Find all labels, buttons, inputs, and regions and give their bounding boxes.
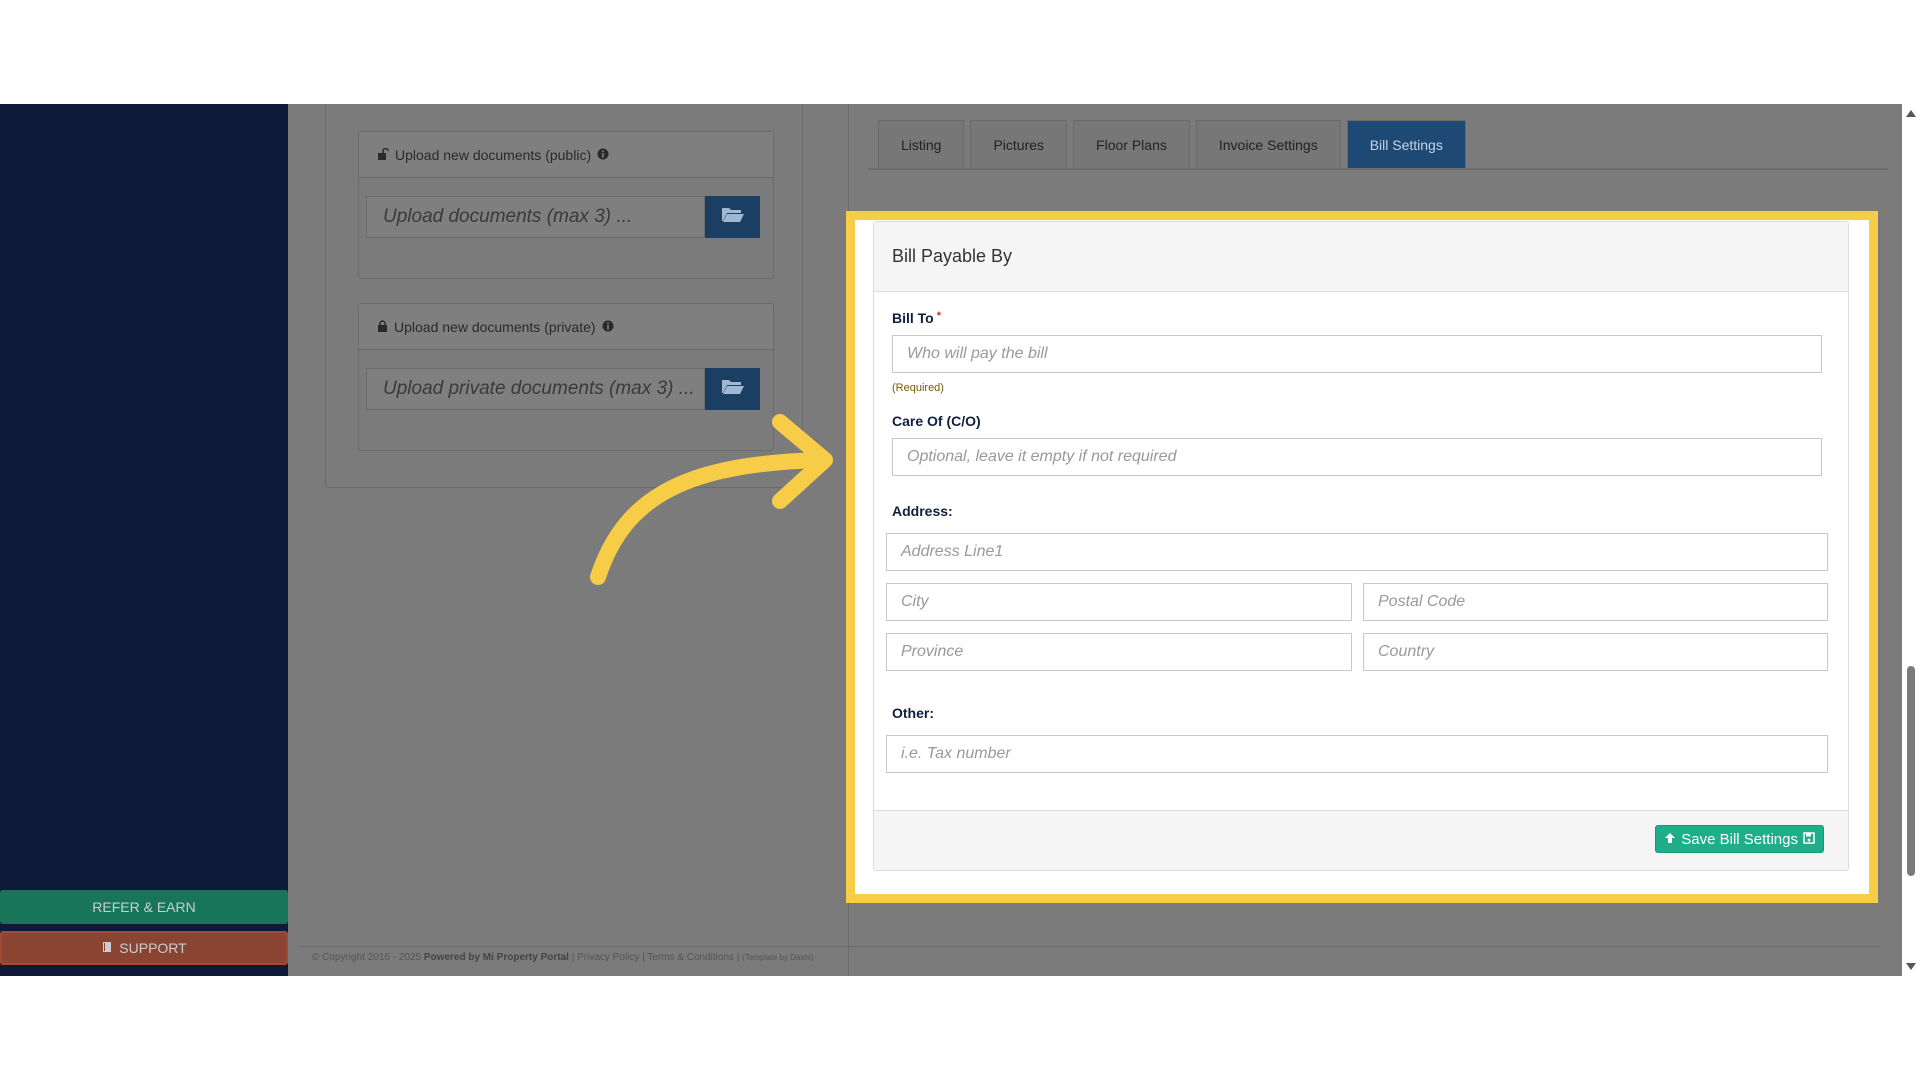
country-input[interactable]: Country xyxy=(1363,633,1828,671)
address-label: Address: xyxy=(892,503,953,519)
other-label: Other: xyxy=(892,705,934,721)
province-input[interactable]: Province xyxy=(886,633,1352,671)
refer-label: REFER & EARN xyxy=(92,899,196,915)
footer-divider xyxy=(300,946,1880,947)
other-input[interactable]: i.e. Tax number xyxy=(886,735,1828,773)
bill-to-input[interactable]: Who will pay the bill xyxy=(892,335,1822,373)
tabs-underline xyxy=(868,168,1888,170)
bill-payable-heading: Bill Payable By xyxy=(874,222,1848,292)
bill-to-label-text: Bill To xyxy=(892,310,934,326)
footer-links[interactable]: | Privacy Policy | Terms & Conditions | xyxy=(572,952,740,963)
book-icon xyxy=(101,940,113,956)
tab-listing[interactable]: Listing xyxy=(878,120,965,168)
tab-floor-plans[interactable]: Floor Plans xyxy=(1073,120,1190,168)
bill-to-label: Bill To * xyxy=(892,310,941,326)
city-input[interactable]: City xyxy=(886,583,1352,621)
footer-template-credit: (Template by Dashi) xyxy=(742,953,814,962)
scroll-down-arrow[interactable] xyxy=(1906,963,1916,970)
upload-public-input[interactable]: Upload documents (max 3) ... xyxy=(366,196,705,238)
highlight-frame: Bill Payable By Bill To * Who will pay th… xyxy=(846,211,1878,903)
scroll-thumb[interactable] xyxy=(1907,666,1915,876)
folder-open-icon xyxy=(721,205,745,229)
tab-pictures[interactable]: Pictures xyxy=(970,120,1068,168)
bill-payable-panel: Bill Payable By Bill To * Who will pay th… xyxy=(873,221,1849,871)
info-icon xyxy=(597,147,609,163)
care-of-label: Care Of (C/O) xyxy=(892,413,981,429)
folder-open-icon xyxy=(721,377,745,401)
footer-powered-by[interactable]: Powered by Mi Property Portal xyxy=(424,952,569,963)
refer-and-earn-button[interactable]: REFER & EARN xyxy=(0,890,288,924)
required-mark: * xyxy=(936,310,942,322)
tab-invoice-settings[interactable]: Invoice Settings xyxy=(1195,120,1341,168)
postal-code-input[interactable]: Postal Code xyxy=(1363,583,1828,621)
arrow-up-icon xyxy=(1664,831,1676,848)
lock-icon xyxy=(377,319,388,335)
upload-public-title: Upload new documents (public) xyxy=(395,146,592,163)
scroll-up-arrow[interactable] xyxy=(1906,110,1916,117)
bill-to-help-text: (Required) xyxy=(892,382,944,394)
upload-private-title: Upload new documents (private) xyxy=(394,318,596,335)
upload-public-header: Upload new documents (public) xyxy=(359,132,773,178)
support-label: SUPPORT xyxy=(119,940,187,956)
floppy-disk-icon xyxy=(1803,831,1815,848)
care-of-input[interactable]: Optional, leave it empty if not required xyxy=(892,438,1822,476)
unlock-icon xyxy=(377,147,389,163)
upload-public-browse-button[interactable] xyxy=(705,196,760,238)
pointer-arrow-icon xyxy=(590,414,833,585)
footer-copyright: © Copyright 2016 - 2025 xyxy=(312,952,422,963)
tab-bill-settings[interactable]: Bill Settings xyxy=(1346,120,1466,168)
support-button[interactable]: SUPPORT xyxy=(0,931,288,965)
upload-private-header: Upload new documents (private) xyxy=(359,304,773,350)
bill-panel-footer: Save Bill Settings xyxy=(874,810,1848,870)
save-bill-settings-label: Save Bill Settings xyxy=(1681,830,1798,848)
app-viewport: REFER & EARN SUPPORT Upload new document… xyxy=(0,104,1920,976)
page-scrollbar[interactable] xyxy=(1902,104,1920,976)
info-icon xyxy=(602,319,614,335)
save-bill-settings-button[interactable]: Save Bill Settings xyxy=(1655,825,1824,853)
sidebar: REFER & EARN SUPPORT xyxy=(0,104,288,976)
address-line1-input[interactable]: Address Line1 xyxy=(886,533,1828,571)
settings-tabs: Listing Pictures Floor Plans Invoice Set… xyxy=(878,120,1466,168)
footer: © Copyright 2016 - 2025 Powered by Mi Pr… xyxy=(312,952,813,963)
upload-public-panel: Upload new documents (public) Upload doc… xyxy=(358,131,774,279)
upload-public-row: Upload documents (max 3) ... xyxy=(366,196,760,238)
